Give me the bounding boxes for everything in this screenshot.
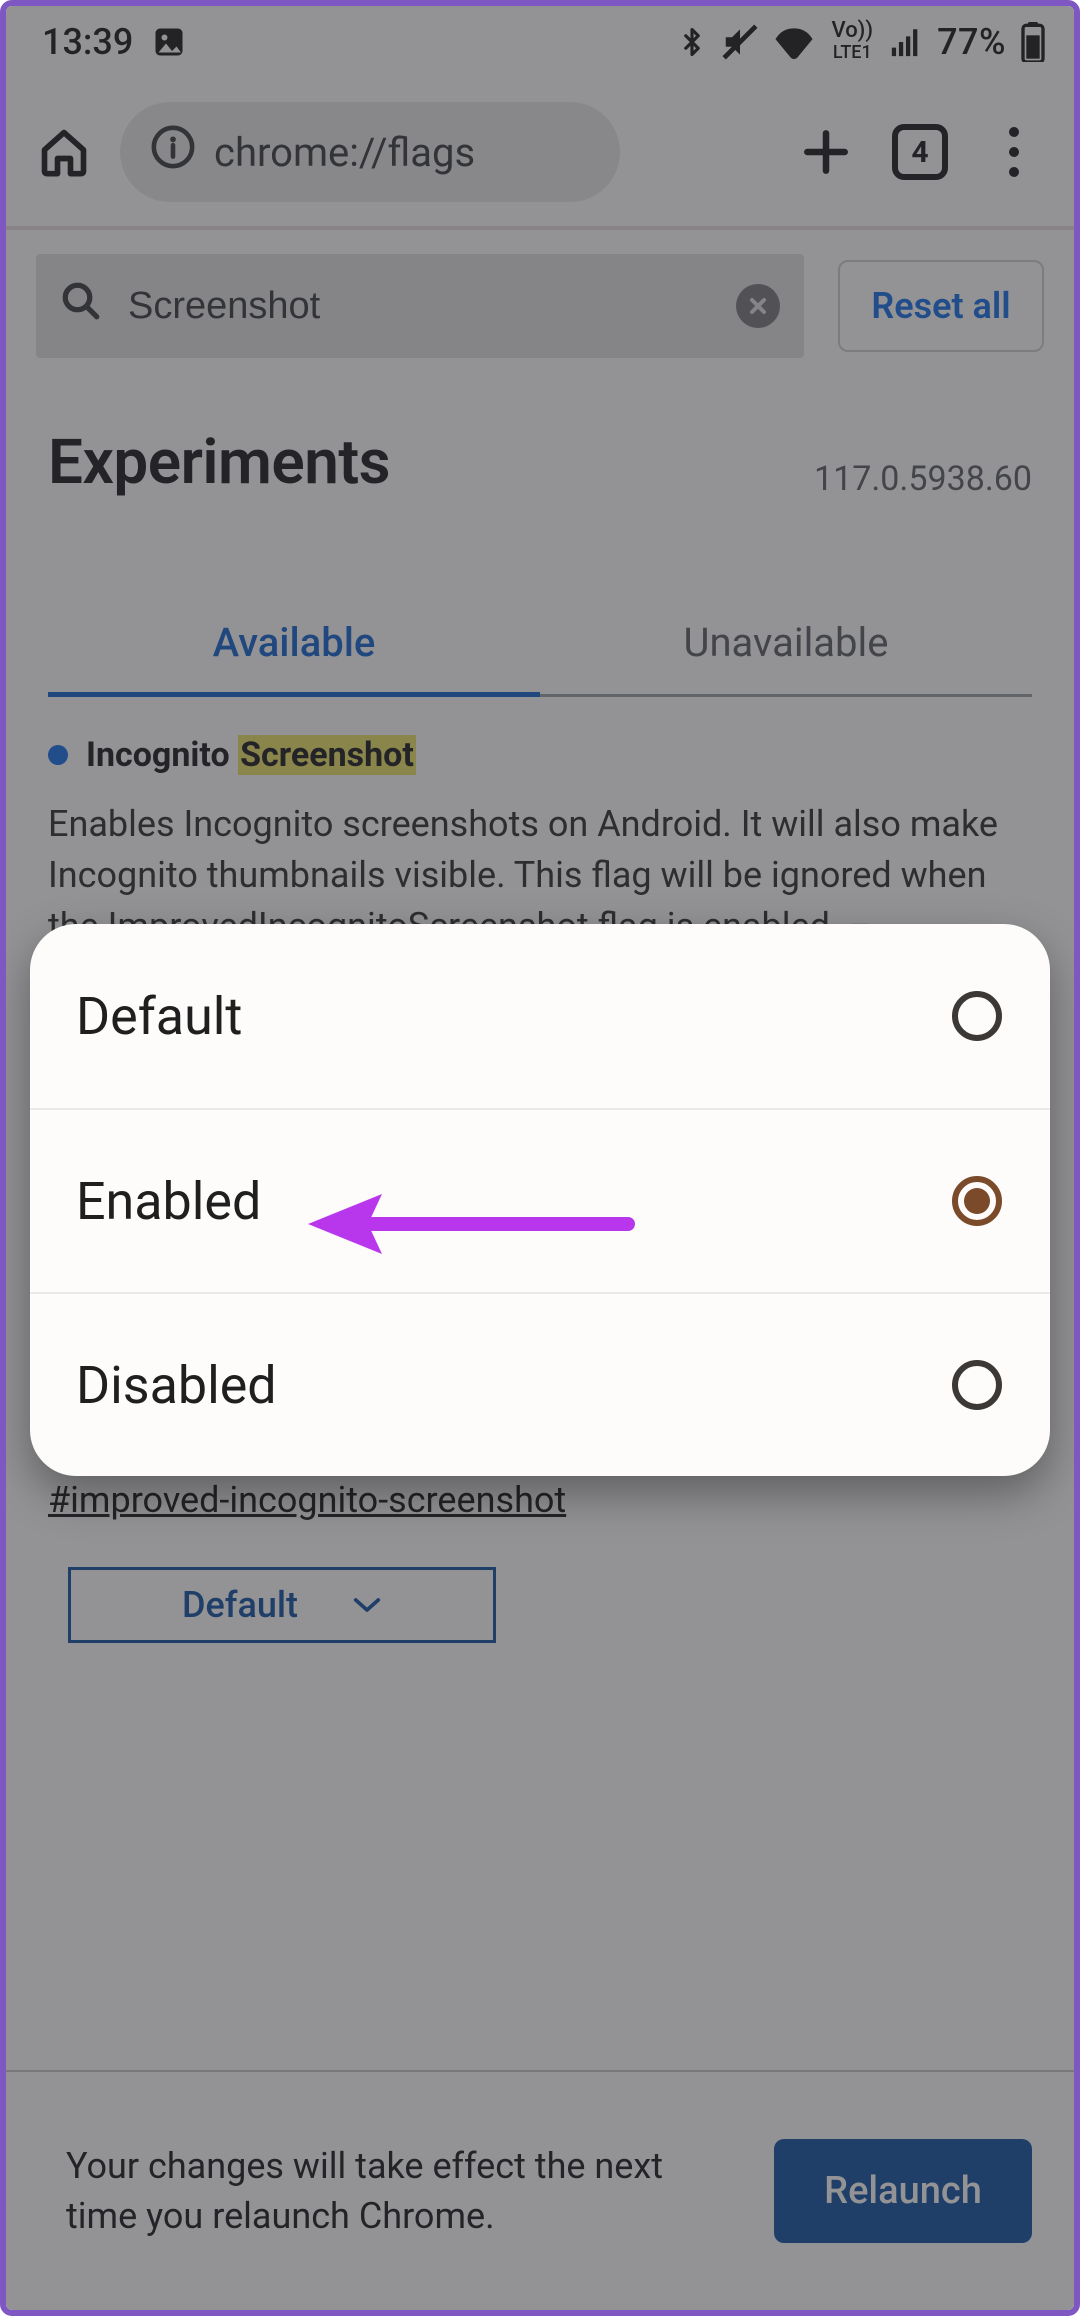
radio-icon xyxy=(952,1360,1002,1410)
flag-value-dialog: Default Enabled Disabled xyxy=(30,924,1050,1476)
option-label: Enabled xyxy=(76,1171,261,1232)
radio-icon xyxy=(952,1176,1002,1226)
option-default[interactable]: Default xyxy=(30,924,1050,1108)
option-enabled[interactable]: Enabled xyxy=(30,1108,1050,1292)
option-label: Default xyxy=(76,986,242,1047)
option-disabled[interactable]: Disabled xyxy=(30,1292,1050,1476)
radio-icon xyxy=(952,991,1002,1041)
option-label: Disabled xyxy=(76,1355,277,1416)
